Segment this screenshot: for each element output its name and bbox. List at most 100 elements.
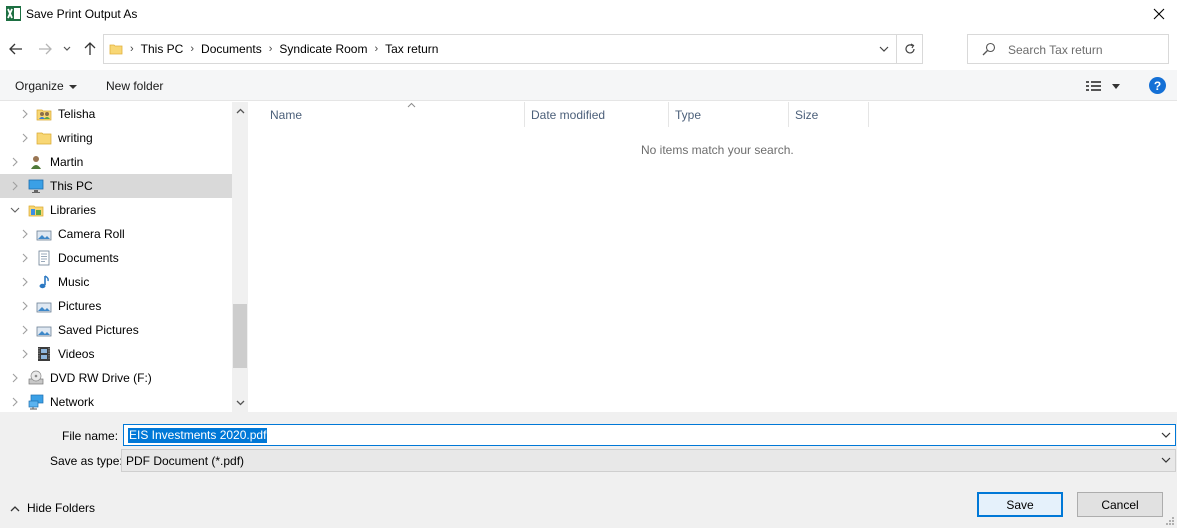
- column-header-type[interactable]: Type: [669, 102, 789, 127]
- scroll-up-button[interactable]: [232, 102, 248, 120]
- up-arrow-icon: [84, 42, 96, 55]
- chevron-right-icon[interactable]: [20, 301, 30, 311]
- view-options-caret-icon[interactable]: [1112, 84, 1120, 89]
- nav-item-label: This PC: [50, 179, 93, 193]
- search-input[interactable]: Search Tax return: [967, 34, 1169, 64]
- search-icon: [982, 42, 996, 56]
- column-header-name[interactable]: Name: [264, 102, 525, 127]
- breadcrumb-item[interactable]: Documents: [201, 42, 262, 56]
- breadcrumb-item[interactable]: This PC: [141, 42, 184, 56]
- chevron-down-icon: [236, 400, 244, 406]
- save-form: File name: EIS Investments 2020.pdf Save…: [0, 412, 1177, 528]
- address-history-button[interactable]: [872, 35, 896, 63]
- nav-item-saved-pictures[interactable]: Saved Pictures: [0, 318, 232, 342]
- refresh-icon: [904, 43, 915, 54]
- libraries-icon: [28, 205, 44, 217]
- column-header-label: Name: [270, 108, 303, 122]
- savetype-value: PDF Document (*.pdf): [126, 454, 245, 468]
- scroll-down-button[interactable]: [232, 394, 248, 412]
- nav-item-libraries[interactable]: Libraries: [0, 198, 232, 222]
- computer-icon: [28, 179, 44, 193]
- resize-grip-icon[interactable]: [1165, 516, 1175, 526]
- organize-menu-button[interactable]: Organize: [15, 79, 77, 93]
- close-icon: [1153, 8, 1165, 20]
- chevron-right-icon[interactable]: [10, 181, 20, 191]
- chevron-right-icon[interactable]: [10, 373, 20, 383]
- savetype-select[interactable]: PDF Document (*.pdf): [121, 449, 1176, 472]
- navpane-scrollbar[interactable]: [232, 102, 248, 412]
- breadcrumb-item[interactable]: Syndicate Room: [279, 42, 367, 56]
- savetype-label: Save as type:: [50, 454, 123, 468]
- dvd-drive-icon: [28, 370, 44, 385]
- nav-item-martin[interactable]: Martin: [0, 150, 232, 174]
- hide-folders-label: Hide Folders: [27, 501, 96, 515]
- nav-item-network[interactable]: Network: [0, 390, 232, 412]
- user-icon: [31, 156, 41, 169]
- scroll-thumb[interactable]: [233, 304, 247, 368]
- back-button[interactable]: [7, 40, 25, 58]
- nav-item-videos[interactable]: Videos: [0, 342, 232, 366]
- up-button[interactable]: [81, 40, 99, 58]
- nav-item-documents[interactable]: Documents: [0, 246, 232, 270]
- nav-item-camera-roll[interactable]: Camera Roll: [0, 222, 232, 246]
- chevron-right-icon[interactable]: [20, 277, 30, 287]
- nav-item-telisha[interactable]: Telisha: [0, 102, 232, 126]
- hide-folders-button[interactable]: Hide Folders: [10, 501, 95, 515]
- breadcrumb-chevron-icon: ›: [374, 43, 379, 55]
- back-arrow-icon: [9, 43, 22, 55]
- column-header-label: Size: [795, 108, 819, 122]
- nav-item-label: Network: [50, 395, 95, 409]
- chevron-up-icon: [236, 108, 244, 114]
- chevron-right-icon[interactable]: [10, 157, 20, 167]
- chevron-right-icon[interactable]: [20, 253, 30, 263]
- filename-field[interactable]: EIS Investments 2020.pdf: [123, 424, 1176, 446]
- chevron-down-icon[interactable]: [10, 205, 20, 215]
- chevron-right-icon[interactable]: [20, 109, 30, 119]
- chevron-down-icon: [63, 46, 71, 51]
- filename-value[interactable]: EIS Investments 2020.pdf: [128, 428, 268, 443]
- address-bar[interactable]: › This PC › Documents › Syndicate Room ›…: [103, 34, 923, 64]
- file-list: Name Date modified Type Size No items ma…: [248, 102, 1177, 412]
- chevron-right-icon[interactable]: [20, 133, 30, 143]
- chevron-up-icon: [10, 505, 20, 511]
- filename-label: File name:: [62, 429, 119, 443]
- nav-item-music[interactable]: Music: [0, 270, 232, 294]
- refresh-button[interactable]: [896, 35, 922, 63]
- cancel-button[interactable]: Cancel: [1077, 492, 1163, 517]
- nav-item-label: Libraries: [50, 203, 97, 217]
- nav-item-pictures[interactable]: Pictures: [0, 294, 232, 318]
- sort-ascending-icon: [407, 102, 416, 108]
- nav-item-writing[interactable]: writing: [0, 126, 232, 150]
- user-folder-icon: [36, 109, 52, 121]
- organize-label: Organize: [15, 79, 64, 93]
- nav-item-label: Martin: [50, 155, 84, 169]
- breadcrumb-item[interactable]: Tax return: [385, 42, 438, 56]
- chevron-right-icon[interactable]: [20, 325, 30, 335]
- empty-list-message: No items match your search.: [641, 143, 794, 157]
- view-details-icon[interactable]: [1085, 79, 1103, 93]
- chevron-right-icon[interactable]: [20, 349, 30, 359]
- chevron-right-icon[interactable]: [20, 229, 30, 239]
- recent-locations-button[interactable]: [60, 40, 74, 58]
- folder-icon: [109, 44, 123, 55]
- close-button[interactable]: [1141, 0, 1177, 28]
- nav-item-dvd-drive[interactable]: DVD RW Drive (F:): [0, 366, 232, 390]
- column-header-date-modified[interactable]: Date modified: [525, 102, 669, 127]
- help-icon[interactable]: ?: [1149, 77, 1166, 94]
- chevron-right-icon[interactable]: [10, 397, 20, 407]
- new-folder-button[interactable]: New folder: [106, 79, 163, 93]
- nav-item-label: Documents: [58, 251, 119, 265]
- navigation-row: › This PC › Documents › Syndicate Room ›…: [0, 32, 1177, 66]
- pictures-library-icon: [36, 302, 52, 313]
- music-library-icon: [39, 275, 49, 289]
- nav-item-label: Pictures: [58, 299, 102, 313]
- nav-item-this-pc[interactable]: This PC: [0, 174, 232, 198]
- breadcrumb-chevron-icon: ›: [268, 43, 273, 55]
- navigation-pane: Telisha writing Martin This PC Libraries: [0, 102, 248, 412]
- chevron-down-icon[interactable]: [1161, 430, 1171, 440]
- forward-button[interactable]: [36, 40, 54, 58]
- forward-arrow-icon: [39, 43, 52, 55]
- save-button[interactable]: Save: [977, 492, 1063, 517]
- column-header-size[interactable]: Size: [789, 102, 869, 127]
- chevron-down-icon[interactable]: [1161, 455, 1171, 465]
